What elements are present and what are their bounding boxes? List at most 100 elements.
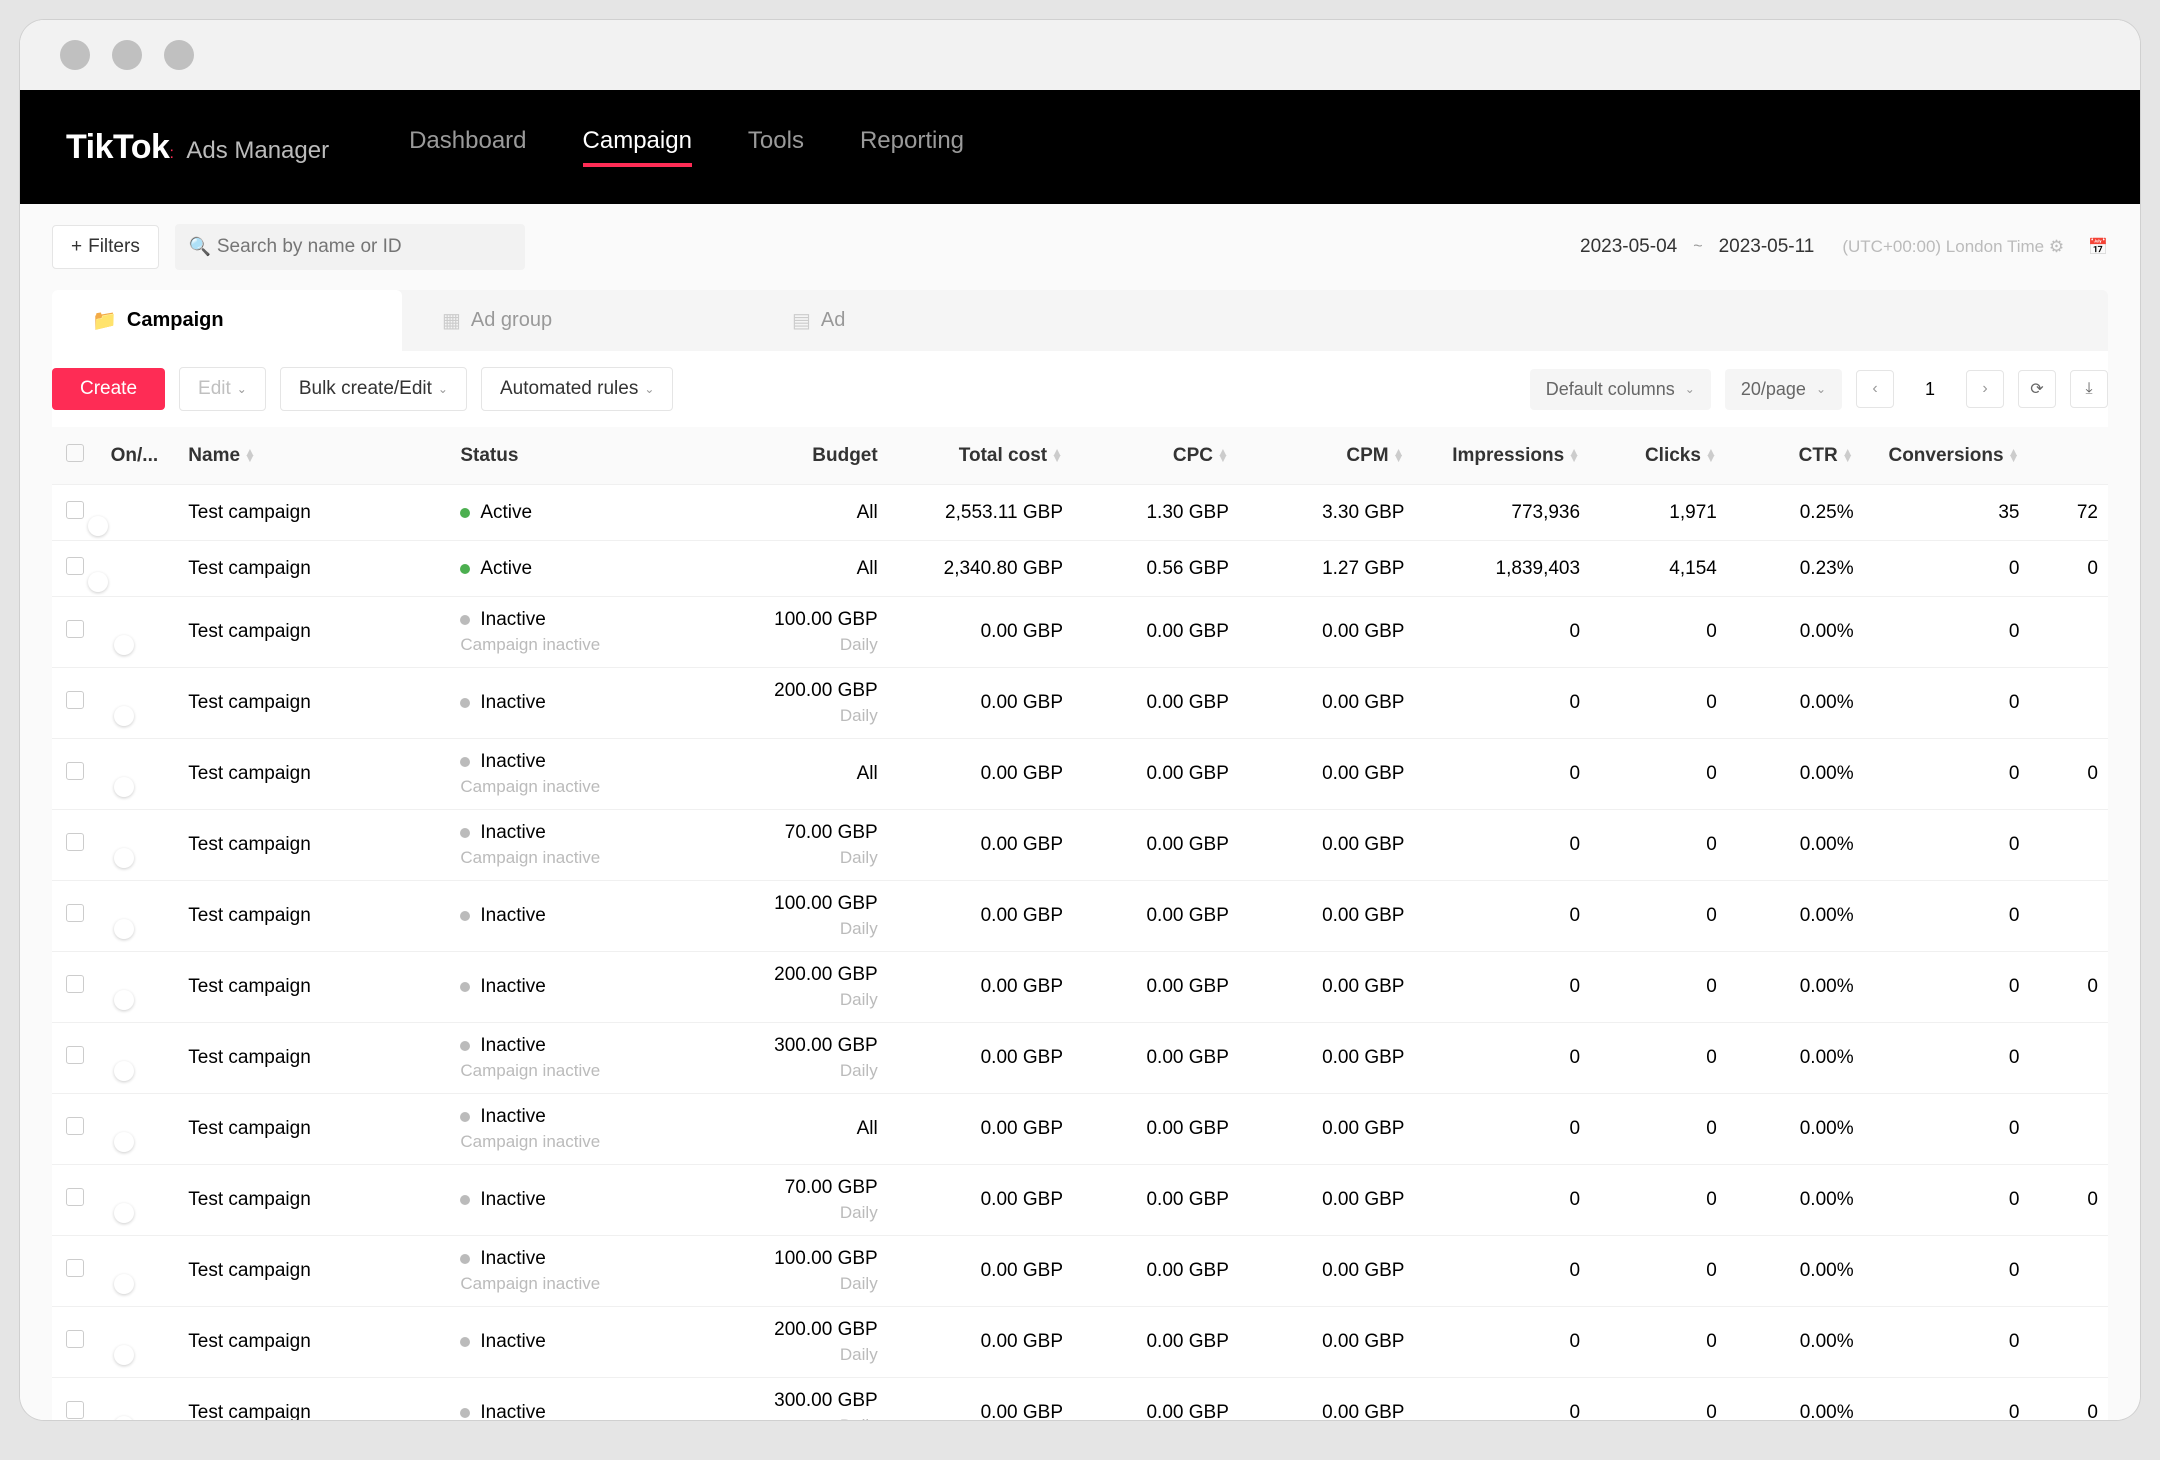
campaign-name[interactable]: Test campaign xyxy=(188,905,460,927)
campaign-budget: 200.00 GBP Daily xyxy=(713,680,908,726)
campaign-clicks: 0 xyxy=(1610,1118,1747,1140)
row-checkbox[interactable] xyxy=(66,691,84,709)
row-checkbox[interactable] xyxy=(66,904,84,922)
campaign-name[interactable]: Test campaign xyxy=(188,763,460,785)
campaign-extra: 0 xyxy=(2049,763,2108,785)
campaign-name[interactable]: Test campaign xyxy=(188,1047,460,1069)
nav-tools[interactable]: Tools xyxy=(748,127,804,167)
tab-adgroup[interactable]: ▦ Ad group xyxy=(402,290,752,351)
col-name[interactable]: Name▲▼ xyxy=(188,445,460,467)
folder-icon: 📁 xyxy=(92,308,117,333)
campaign-name[interactable]: Test campaign xyxy=(188,558,460,580)
campaign-name[interactable]: Test campaign xyxy=(188,692,460,714)
col-total-cost[interactable]: Total cost▲▼ xyxy=(908,445,1093,467)
search-input[interactable] xyxy=(175,224,525,270)
nav-campaign[interactable]: Campaign xyxy=(583,127,692,167)
col-clicks[interactable]: Clicks▲▼ xyxy=(1610,445,1747,467)
export-button[interactable]: ⤓ xyxy=(2070,370,2108,408)
row-checkbox[interactable] xyxy=(66,975,84,993)
row-checkbox[interactable] xyxy=(66,1117,84,1135)
table-row[interactable]: Test campaign Inactive 70.00 GBP Daily 0… xyxy=(52,1165,2108,1236)
nav-reporting[interactable]: Reporting xyxy=(860,127,964,167)
row-checkbox[interactable] xyxy=(66,620,84,638)
table-row[interactable]: Test campaign Inactive Campaign inactive… xyxy=(52,597,2108,668)
col-conversions[interactable]: Conversions▲▼ xyxy=(1884,445,2050,467)
refresh-button[interactable]: ⟳ xyxy=(2018,370,2056,408)
table-row[interactable]: Test campaign Inactive 200.00 GBP Daily … xyxy=(52,1307,2108,1378)
campaign-cost: 0.00 GBP xyxy=(908,621,1093,643)
row-checkbox[interactable] xyxy=(66,1259,84,1277)
campaign-name[interactable]: Test campaign xyxy=(188,976,460,998)
campaign-cpm: 0.00 GBP xyxy=(1259,1402,1435,1420)
date-range-start[interactable]: 2023-05-04 xyxy=(1580,236,1677,258)
traffic-light-zoom[interactable] xyxy=(164,40,194,70)
status-dot-icon xyxy=(460,1195,470,1205)
table-row[interactable]: Test campaign Inactive 300.00 GBP Daily … xyxy=(52,1378,2108,1420)
table-row[interactable]: Test campaign Inactive Campaign inactive… xyxy=(52,739,2108,810)
campaign-name[interactable]: Test campaign xyxy=(188,502,460,524)
table-row[interactable]: Test campaign Inactive Campaign inactive… xyxy=(52,810,2108,881)
col-status[interactable]: Status xyxy=(460,445,712,467)
row-checkbox[interactable] xyxy=(66,1046,84,1064)
campaign-name[interactable]: Test campaign xyxy=(188,1402,460,1420)
next-page-button[interactable]: › xyxy=(1966,370,2004,408)
traffic-light-minimize[interactable] xyxy=(112,40,142,70)
row-checkbox[interactable] xyxy=(66,762,84,780)
status-subtext: Campaign inactive xyxy=(460,1274,712,1294)
table-row[interactable]: Test campaign Active All 2,553.11 GBP 1.… xyxy=(52,485,2108,541)
row-checkbox[interactable] xyxy=(66,557,84,575)
table-row[interactable]: Test campaign Inactive Campaign inactive… xyxy=(52,1094,2108,1165)
table-row[interactable]: Test campaign Active All 2,340.80 GBP 0.… xyxy=(52,541,2108,597)
automated-rules-button[interactable]: Automated rules ⌄ xyxy=(481,367,673,411)
row-checkbox[interactable] xyxy=(66,501,84,519)
col-impressions[interactable]: Impressions▲▼ xyxy=(1434,445,1610,467)
campaign-name[interactable]: Test campaign xyxy=(188,1189,460,1211)
campaign-cpm: 0.00 GBP xyxy=(1259,1047,1435,1069)
campaign-ctr: 0.00% xyxy=(1747,1047,1884,1069)
sort-icon: ▲▼ xyxy=(1705,449,1717,461)
table-row[interactable]: Test campaign Inactive 200.00 GBP Daily … xyxy=(52,668,2108,739)
campaign-impressions: 0 xyxy=(1434,1331,1610,1353)
campaign-name[interactable]: Test campaign xyxy=(188,834,460,856)
row-checkbox[interactable] xyxy=(66,833,84,851)
edit-button[interactable]: Edit ⌄ xyxy=(179,367,266,411)
row-checkbox[interactable] xyxy=(66,1401,84,1419)
row-checkbox[interactable] xyxy=(66,1330,84,1348)
tab-campaign[interactable]: 📁 Campaign xyxy=(52,290,402,351)
campaign-status: Inactive Campaign inactive xyxy=(460,822,712,868)
budget-subtext: Daily xyxy=(713,848,878,868)
table-row[interactable]: Test campaign Inactive 200.00 GBP Daily … xyxy=(52,952,2108,1023)
campaign-name[interactable]: Test campaign xyxy=(188,1331,460,1353)
col-ctr[interactable]: CTR▲▼ xyxy=(1747,445,1884,467)
row-checkbox[interactable] xyxy=(66,1188,84,1206)
campaign-budget: 100.00 GBP Daily xyxy=(713,893,908,939)
campaign-name[interactable]: Test campaign xyxy=(188,621,460,643)
prev-page-button[interactable]: ‹ xyxy=(1856,370,1894,408)
col-toggle[interactable]: On/... xyxy=(111,445,189,467)
status-dot-icon xyxy=(460,564,470,574)
campaign-clicks: 0 xyxy=(1610,1189,1747,1211)
table-row[interactable]: Test campaign Inactive Campaign inactive… xyxy=(52,1236,2108,1307)
campaign-name[interactable]: Test campaign xyxy=(188,1118,460,1140)
traffic-light-close[interactable] xyxy=(60,40,90,70)
page-size-select[interactable]: 20/page ⌄ xyxy=(1725,369,1842,410)
campaign-name[interactable]: Test campaign xyxy=(188,1260,460,1282)
bulk-create-button[interactable]: Bulk create/Edit ⌄ xyxy=(280,367,467,411)
date-range-end[interactable]: 2023-05-11 xyxy=(1719,236,1815,258)
select-all-checkbox[interactable] xyxy=(66,444,84,462)
tab-ad[interactable]: ▤ Ad xyxy=(752,290,1102,351)
col-budget[interactable]: Budget xyxy=(713,445,908,467)
table-row[interactable]: Test campaign Inactive Campaign inactive… xyxy=(52,1023,2108,1094)
calendar-icon[interactable]: 📅 xyxy=(2088,237,2108,257)
plus-icon: + xyxy=(71,236,82,258)
col-cpc[interactable]: CPC▲▼ xyxy=(1093,445,1259,467)
filters-button[interactable]: +Filters xyxy=(52,225,159,269)
columns-preset-select[interactable]: Default columns ⌄ xyxy=(1530,369,1711,410)
campaign-cpm: 0.00 GBP xyxy=(1259,763,1435,785)
nav-dashboard[interactable]: Dashboard xyxy=(409,127,526,167)
col-cpm[interactable]: CPM▲▼ xyxy=(1259,445,1435,467)
campaign-ctr: 0.00% xyxy=(1747,1402,1884,1420)
timezone-label[interactable]: (UTC+00:00) London Time ⚙ xyxy=(1842,237,2064,257)
create-button[interactable]: Create xyxy=(52,368,165,410)
table-row[interactable]: Test campaign Inactive 100.00 GBP Daily … xyxy=(52,881,2108,952)
